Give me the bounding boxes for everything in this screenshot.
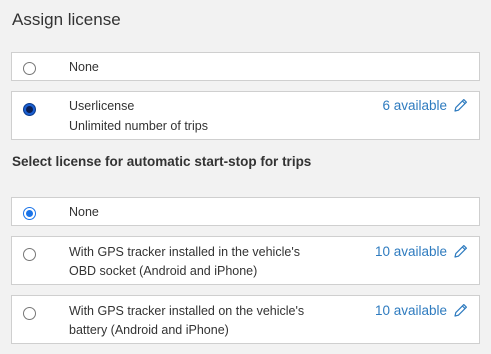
tracker-option-none[interactable]: None (11, 197, 480, 226)
tracker-obd-label-line2: OBD socket (Android and iPhone) (69, 264, 258, 278)
license-option-userlicense[interactable]: Userlicense Unlimited number of trips 6 … (11, 91, 480, 140)
license-userlicense-description: Unlimited number of trips (69, 119, 208, 133)
pencil-icon[interactable] (452, 243, 469, 260)
tracker-battery-radio[interactable] (23, 307, 36, 320)
tracker-option-battery[interactable]: With GPS tracker installed on the vehicl… (11, 295, 480, 344)
tracker-battery-availability: 10 available (375, 302, 469, 319)
license-userlicense-radio[interactable] (23, 103, 36, 116)
license-userlicense-label: Userlicense (69, 99, 135, 113)
tracker-battery-label-line2: battery (Android and iPhone) (69, 323, 229, 337)
tracker-obd-availability: 10 available (375, 243, 469, 260)
license-userlicense-available-count: 6 available (382, 98, 447, 113)
tracker-obd-label: With GPS tracker installed in the vehicl… (69, 245, 300, 259)
tracker-battery-label: With GPS tracker installed on the vehicl… (69, 304, 305, 318)
pencil-icon[interactable] (452, 97, 469, 114)
tracker-option-obd[interactable]: With GPS tracker installed in the vehicl… (11, 236, 480, 285)
license-none-label: None (69, 60, 99, 74)
license-option-none[interactable]: None (11, 52, 480, 81)
tracker-none-radio[interactable] (23, 207, 36, 220)
license-none-radio[interactable] (23, 62, 36, 75)
pencil-icon[interactable] (452, 302, 469, 319)
auto-start-stop-title: Select license for automatic start-stop … (12, 154, 312, 169)
tracker-battery-available-count: 10 available (374, 303, 447, 318)
assign-license-title: Assign license (12, 10, 121, 29)
tracker-obd-available-count: 10 available (374, 244, 447, 259)
tracker-none-label: None (69, 205, 99, 219)
tracker-obd-radio[interactable] (23, 248, 36, 261)
license-userlicense-availability: 6 available (382, 97, 469, 114)
